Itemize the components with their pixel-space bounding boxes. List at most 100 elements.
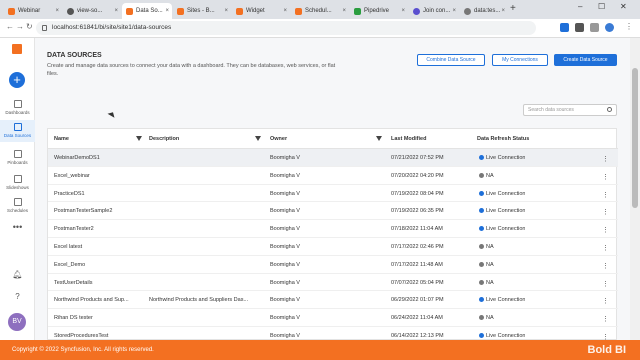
table-row[interactable]: TestUserDetails Boomigha V 07/07/2022 05:0…: [48, 274, 618, 292]
forward-icon[interactable]: →: [16, 22, 24, 31]
table-row[interactable]: Excel_webinar Boomigha V 07/20/2022 04:20 …: [48, 167, 618, 185]
column-header-name[interactable]: Name: [54, 136, 69, 142]
create-data-source-button[interactable]: Create Data Source: [554, 54, 617, 66]
back-icon[interactable]: ←: [6, 22, 14, 31]
dashboard-icon: [13, 100, 22, 108]
table-row[interactable]: PostmanTesterSample2 Boomigha V 07/19/2022…: [48, 202, 618, 221]
page-scrollbar[interactable]: [630, 38, 640, 340]
sidepanel-icon[interactable]: [590, 23, 599, 32]
sidebar-item-schedules[interactable]: Schedules: [0, 198, 35, 213]
data-source-owner: Boomigha V: [270, 226, 300, 233]
browser-tab-active[interactable]: Data So... ×: [122, 3, 172, 19]
avatar[interactable]: BV: [8, 313, 26, 331]
filter-icon[interactable]: [255, 136, 261, 141]
table-row[interactable]: PracticeDS1 Boomigha V 07/19/2022 08:04 PM…: [48, 185, 618, 203]
row-actions-icon[interactable]: ⋮: [602, 262, 609, 270]
close-icon[interactable]: ×: [165, 8, 169, 14]
row-actions-icon[interactable]: ⋮: [602, 191, 609, 199]
browser-tab[interactable]: view-so... ×: [63, 3, 121, 19]
profile-icon[interactable]: [605, 23, 614, 32]
main-content: DATA SOURCES Create and manage data sour…: [35, 38, 630, 345]
row-actions-icon[interactable]: ⋮: [602, 208, 609, 216]
sidebar-item-pinboards[interactable]: Pinboards: [0, 150, 35, 165]
data-source-refresh-status: NA: [486, 315, 494, 322]
maximize-icon[interactable]: ☐: [598, 2, 605, 11]
column-header-refresh-status[interactable]: Data Refresh Status: [477, 136, 529, 142]
sidebar-item-slideshows[interactable]: Slideshows: [0, 175, 35, 190]
data-source-description: Northwind Products and Suppliers Das...: [149, 297, 249, 304]
footer: Copyright © 2022 Syncfusion, Inc. All ri…: [0, 340, 640, 360]
browser-tab[interactable]: Sites - B... ×: [173, 3, 231, 19]
row-actions-icon[interactable]: ⋮: [602, 155, 609, 163]
extension-icon[interactable]: [560, 23, 569, 32]
browser-tab-bar: Webinar × view-so... × Data So... × Sites -…: [0, 0, 640, 19]
close-icon[interactable]: ×: [401, 8, 405, 14]
close-icon[interactable]: ×: [114, 8, 118, 14]
close-icon[interactable]: ×: [283, 8, 287, 14]
notification-bell-icon[interactable]: 🔔︎: [0, 270, 35, 279]
bold-bi-logo[interactable]: [12, 44, 22, 54]
data-source-owner: Boomigha V: [270, 155, 300, 161]
row-actions-icon[interactable]: ⋮: [602, 315, 609, 323]
column-header-description[interactable]: Description: [149, 136, 179, 142]
column-header-owner[interactable]: Owner: [270, 136, 287, 142]
data-source-last-modified: 07/17/2022 11:48 AM: [391, 261, 443, 268]
window-close-icon[interactable]: ✕: [620, 2, 627, 11]
status-dot-icon: [479, 297, 484, 303]
more-icon[interactable]: •••: [0, 222, 35, 232]
row-actions-icon[interactable]: ⋮: [602, 280, 609, 288]
data-source-owner: Boomigha V: [270, 190, 300, 197]
column-header-last-modified[interactable]: Last Modified: [391, 136, 426, 142]
close-icon[interactable]: ×: [224, 8, 228, 14]
data-source-owner: Boomigha V: [270, 208, 300, 215]
filter-icon[interactable]: [376, 136, 382, 141]
site-info-icon[interactable]: [42, 25, 47, 31]
create-button[interactable]: +: [9, 72, 25, 88]
row-actions-icon[interactable]: ⋮: [602, 244, 609, 252]
data-source-refresh-status: Live Connection: [486, 226, 526, 233]
scrollbar-thumb[interactable]: [632, 68, 638, 208]
row-actions-icon[interactable]: ⋮: [602, 173, 609, 181]
close-icon[interactable]: ×: [501, 8, 505, 14]
data-source-name: StoredProceduresTest: [54, 333, 109, 339]
sidebar-item-data-sources[interactable]: Data Sources: [0, 120, 35, 142]
table-row[interactable]: PostmanTester2 Boomigha V 07/18/2022 11:04…: [48, 220, 618, 238]
table-row[interactable]: Rihan DS tester Boomigha V 06/24/2022 11:0…: [48, 309, 618, 327]
status-dot-icon: [479, 279, 484, 285]
browser-tab[interactable]: Join con... ×: [409, 3, 459, 19]
table-row[interactable]: WebinarDemoDS1 Boomigha V 07/21/2022 07:52…: [48, 149, 618, 167]
data-source-refresh-status: NA: [486, 279, 494, 286]
status-dot-icon: [479, 315, 484, 321]
table-row[interactable]: Excel latest Boomigha V 07/17/2022 02:46 P…: [48, 238, 618, 256]
minimize-icon[interactable]: –: [578, 2, 582, 11]
sidebar-item-dashboards[interactable]: Dashboards: [0, 100, 35, 115]
browser-tab[interactable]: Pipedrive ×: [350, 3, 408, 19]
data-source-name: TestUserDetails: [54, 279, 93, 286]
browser-tab[interactable]: Widget ×: [232, 3, 290, 19]
url-field[interactable]: localhost:61841/bi/site/site1/data-sourc…: [36, 21, 536, 35]
my-connections-button[interactable]: My Connections: [492, 54, 548, 66]
data-source-refresh-status: Live Connection: [486, 297, 526, 304]
help-icon[interactable]: ?: [0, 292, 35, 301]
search-input[interactable]: Search data sources: [523, 104, 617, 116]
close-icon[interactable]: ×: [452, 8, 456, 14]
table-row[interactable]: Northwind Products and Sup... Northwind P…: [48, 291, 618, 310]
row-actions-icon[interactable]: ⋮: [602, 226, 609, 234]
close-icon[interactable]: ×: [342, 8, 346, 14]
table-row[interactable]: Excel_Demo Boomigha V 07/17/2022 11:48 AM N…: [48, 256, 618, 274]
reload-icon[interactable]: ↻: [26, 22, 33, 31]
close-icon[interactable]: ×: [55, 8, 59, 14]
extensions-icon[interactable]: [575, 23, 584, 32]
browser-tab[interactable]: data:tes... ×: [460, 3, 508, 19]
browser-menu-icon[interactable]: ⋮: [625, 22, 633, 31]
data-source-refresh-status: NA: [486, 172, 494, 179]
tab-favicon-icon: [67, 7, 74, 15]
row-actions-icon[interactable]: ⋮: [602, 297, 609, 305]
data-source-refresh-status: Live Connection: [486, 155, 526, 161]
status-dot-icon: [479, 261, 484, 267]
browser-tab[interactable]: Webinar ×: [4, 3, 62, 19]
new-tab-button[interactable]: +: [510, 3, 516, 14]
filter-icon[interactable]: [136, 136, 142, 141]
combine-data-source-button[interactable]: Combine Data Source: [417, 54, 485, 66]
browser-tab[interactable]: Schedul... ×: [291, 3, 349, 19]
